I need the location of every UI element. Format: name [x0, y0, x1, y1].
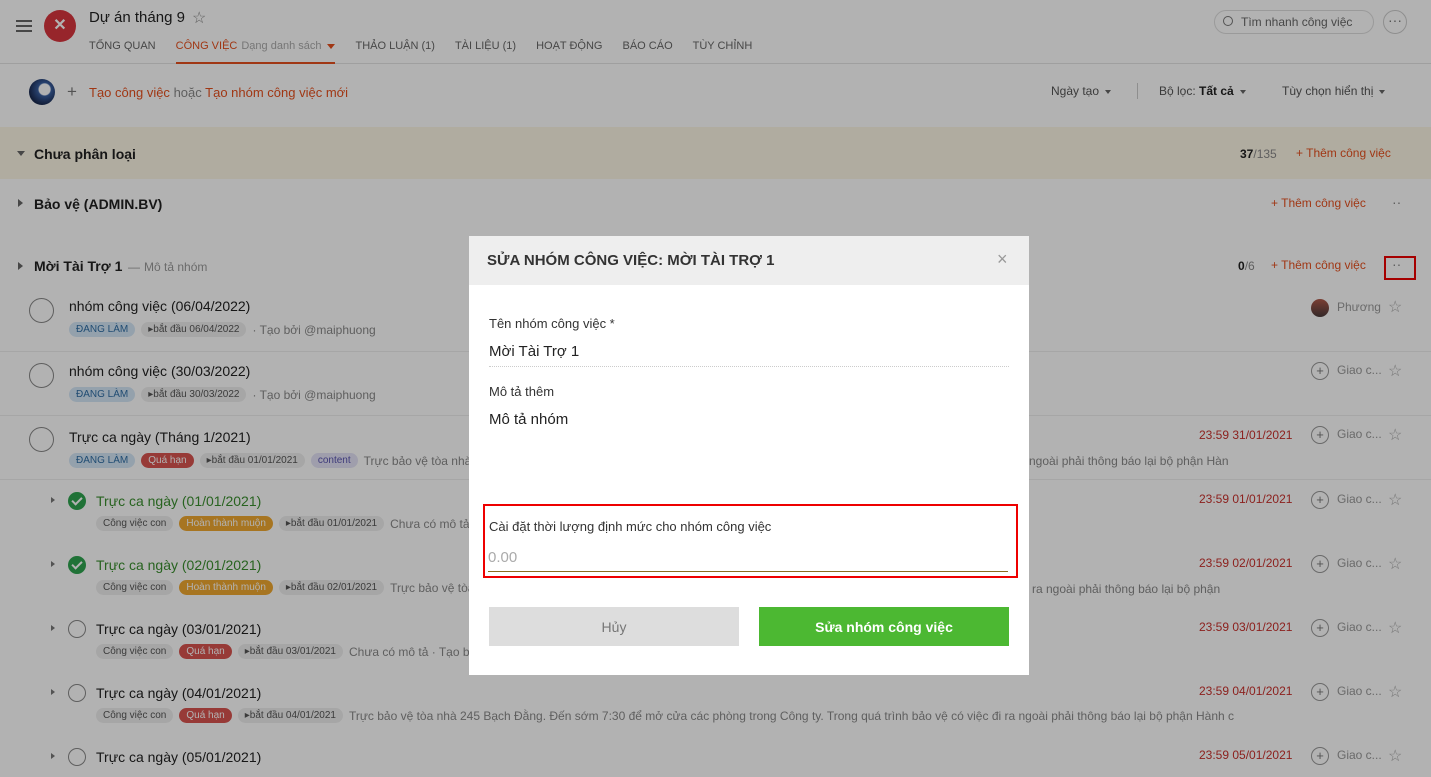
cancel-button[interactable]: Hủy — [489, 607, 739, 646]
close-icon[interactable]: × — [997, 249, 1008, 270]
edit-group-modal: SỬA NHÓM CÔNG VIỆC: MỜI TÀI TRỢ 1 × Tên … — [469, 236, 1029, 675]
duration-input[interactable] — [488, 544, 1008, 572]
group-name-field[interactable]: Mời Tài Trợ 1 — [489, 343, 1009, 367]
group-name-label: Tên nhóm công việc * — [489, 316, 615, 331]
modal-header: SỬA NHÓM CÔNG VIỆC: MỜI TÀI TRỢ 1 × — [469, 236, 1029, 285]
description-field[interactable]: Mô tả nhóm — [489, 411, 1009, 491]
save-group-button[interactable]: Sửa nhóm công việc — [759, 607, 1009, 646]
description-label: Mô tả thêm — [489, 384, 555, 399]
duration-label: Cài đặt thời lượng định mức cho nhóm côn… — [489, 519, 772, 534]
modal-title: SỬA NHÓM CÔNG VIỆC: MỜI TÀI TRỢ 1 — [487, 252, 775, 269]
